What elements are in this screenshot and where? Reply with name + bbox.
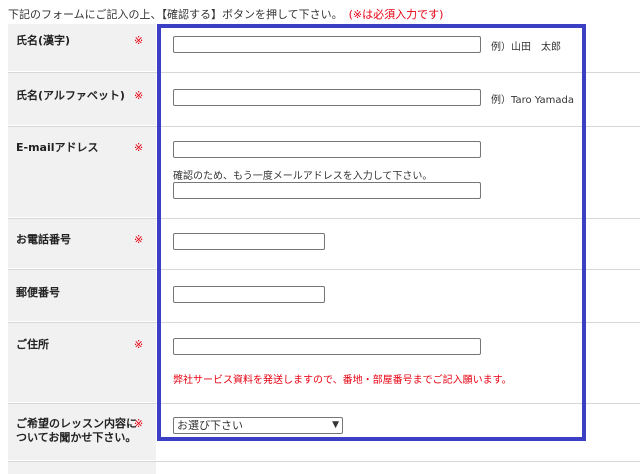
name-alpha-example: 例）Taro Yamada (491, 95, 574, 106)
address-label: ご住所 (16, 338, 49, 351)
form-intro: 下記のフォームにご記入の上、【確認する】ボタンを押して下さい。 (※は必須入力です… (8, 6, 443, 22)
intro-text: 下記のフォームにご記入の上、【確認する】ボタンを押して下さい。 (8, 8, 343, 21)
row-address: ご住所 ※ (8, 323, 640, 402)
postal-input[interactable] (173, 286, 325, 303)
postal-label: 郵便番号 (16, 286, 60, 299)
email-confirm-hint: 確認のため、もう一度メールアドレスを入力して下さい。 (173, 171, 433, 182)
lesson-label: ご希望のレッスン内容に ついてお聞かせ下さい。 (16, 417, 137, 445)
email-input[interactable] (173, 141, 481, 158)
name-alpha-input[interactable] (173, 89, 481, 106)
required-mark: ※ (134, 233, 144, 246)
name-kanji-input[interactable] (173, 36, 481, 53)
label-cell (8, 462, 156, 474)
required-mark: ※ (134, 141, 144, 154)
name-alpha-label: 氏名(アルファベット) (16, 89, 125, 102)
label-cell: 郵便番号 (8, 270, 156, 321)
row-next (8, 462, 640, 474)
name-kanji-example: 例）山田 太郎 (491, 42, 561, 53)
label-cell: ご希望のレッスン内容に ついてお聞かせ下さい。 ※ (8, 404, 156, 460)
label-cell: お電話番号 ※ (8, 219, 156, 268)
label-cell: ご住所 ※ (8, 323, 156, 402)
email-confirm-input[interactable] (173, 182, 481, 199)
lesson-label-line1: ご希望のレッスン内容に (16, 417, 137, 430)
label-cell: 氏名(アルファベット) ※ (8, 73, 156, 125)
required-note: (※は必須入力です) (348, 8, 444, 21)
required-mark: ※ (134, 89, 144, 102)
email-label: E-mailアドレス (16, 141, 99, 154)
name-kanji-label: 氏名(漢字) (16, 34, 71, 47)
required-mark: ※ (134, 417, 144, 430)
lesson-select-value: お選び下さい (177, 419, 243, 432)
address-input[interactable] (173, 338, 481, 355)
chevron-down-icon: ▼ (332, 420, 339, 430)
phone-label: お電話番号 (16, 233, 71, 246)
phone-input[interactable] (173, 233, 325, 250)
address-hint: 弊社サービス資料を発送しますので、番地・部屋番号までご記入願います。 (173, 375, 512, 386)
lesson-label-line2: ついてお聞かせ下さい。 (16, 431, 137, 444)
lesson-select[interactable]: お選び下さい ▼ (173, 417, 343, 434)
required-mark: ※ (134, 338, 144, 351)
label-cell: E-mailアドレス ※ (8, 127, 156, 217)
label-cell: 氏名(漢字) ※ (8, 24, 156, 71)
required-mark: ※ (134, 34, 144, 47)
